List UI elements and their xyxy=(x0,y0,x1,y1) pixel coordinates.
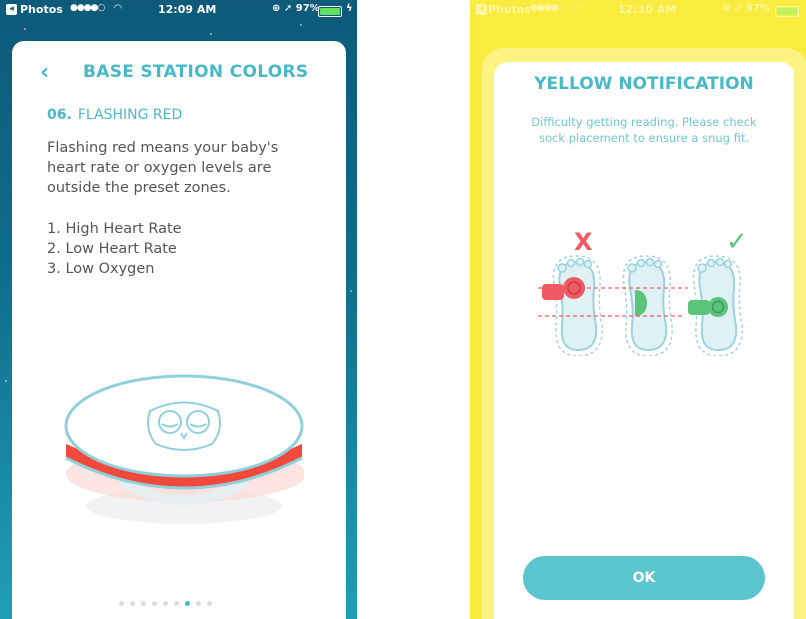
battery-icon xyxy=(318,6,342,17)
list-item: 2. Low Heart Rate xyxy=(47,241,177,257)
right-phone-screen: ◂ Photos ●●●●○ ◠ 12:10 AM ⊕ ➚ 97% YELLOW… xyxy=(470,0,806,619)
step-label: FLASHING RED xyxy=(77,107,183,123)
location-lock-icons: ⊕ ➚ 97% xyxy=(272,3,320,14)
page-dot[interactable] xyxy=(174,601,179,606)
base-station-illustration xyxy=(64,374,304,524)
page-dot[interactable] xyxy=(207,601,212,606)
description-text: Flashing red means your baby's heart rat… xyxy=(47,140,279,196)
back-to-app-label[interactable]: Photos xyxy=(488,3,531,16)
status-bar: ◂ Photos ●●●●○ ◠ 12:10 AM ⊕ ➚ 97% xyxy=(470,0,806,20)
wrong-mark-icon: X xyxy=(574,228,593,256)
wifi-icon: ◠ xyxy=(574,3,582,14)
ok-button[interactable]: OK xyxy=(523,556,765,600)
page-dot[interactable] xyxy=(163,601,168,606)
signal-icon: ●●●●○ xyxy=(70,3,105,13)
back-to-app-label[interactable]: Photos xyxy=(20,3,63,16)
background-star xyxy=(210,33,212,35)
page-dot[interactable] xyxy=(141,601,146,606)
info-card: ‹ BASE STATION COLORS 06. FLASHING RED Fl… xyxy=(12,41,346,619)
step-number: 06. xyxy=(47,107,72,123)
battery-percent: 97% xyxy=(745,3,770,14)
page-dot[interactable] xyxy=(119,601,124,606)
wifi-icon: ◠ xyxy=(114,3,122,14)
notification-title: YELLOW NOTIFICATION xyxy=(534,74,754,94)
page-title: BASE STATION COLORS xyxy=(83,62,309,82)
clock: 12:09 AM xyxy=(158,3,217,16)
sock-placement-illustration: X ✓ xyxy=(538,227,748,356)
list-item: 1. High Heart Rate xyxy=(47,221,182,237)
background-star xyxy=(300,24,302,26)
background-star xyxy=(24,28,26,30)
page-indicator xyxy=(119,591,218,606)
page-dot[interactable] xyxy=(152,601,157,606)
status-icons: ⊕ ➚ xyxy=(272,3,293,14)
left-phone-screen: ◂ Photos ●●●●○ ◠ 12:09 AM ⊕ ➚ 97% ϟ ‹ BA… xyxy=(0,0,357,619)
battery-fill xyxy=(777,8,798,15)
battery-fill xyxy=(320,8,341,15)
notification-message: Difficulty getting reading. Please check… xyxy=(531,115,757,145)
alert-list: 1. High Heart Rate 2. Low Heart Rate 3. … xyxy=(47,219,182,279)
foot-wrong-icon xyxy=(542,255,603,356)
location-lock-icons: ⊕ ➚ 97% xyxy=(722,3,770,14)
battery-icon xyxy=(775,6,799,17)
step-heading: 06. FLASHING RED xyxy=(47,107,182,123)
battery-percent: 97% xyxy=(295,3,320,14)
charging-icon: ϟ xyxy=(346,3,353,14)
back-to-app-icon[interactable]: ◂ xyxy=(476,4,487,15)
page-dot[interactable] xyxy=(130,601,135,606)
clock: 12:10 AM xyxy=(618,3,677,16)
background-star xyxy=(350,290,352,292)
back-to-app-icon[interactable]: ◂ xyxy=(6,4,17,15)
list-item: 3. Low Oxygen xyxy=(47,261,155,277)
correct-mark-icon: ✓ xyxy=(726,227,748,257)
background-star xyxy=(5,380,7,382)
chevron-left-icon[interactable]: ‹ xyxy=(40,60,49,85)
foot-middle-icon xyxy=(622,255,673,356)
notification-card: YELLOW NOTIFICATION Difficulty getting r… xyxy=(494,62,794,619)
status-bar: ◂ Photos ●●●●○ ◠ 12:09 AM ⊕ ➚ 97% ϟ xyxy=(0,0,357,20)
status-icons: ⊕ ➚ xyxy=(722,3,743,14)
page-dot-active[interactable] xyxy=(185,601,190,606)
page-dot[interactable] xyxy=(196,601,201,606)
signal-icon: ●●●●○ xyxy=(530,3,565,13)
base-top xyxy=(64,374,304,478)
foot-correct-icon xyxy=(688,255,743,356)
